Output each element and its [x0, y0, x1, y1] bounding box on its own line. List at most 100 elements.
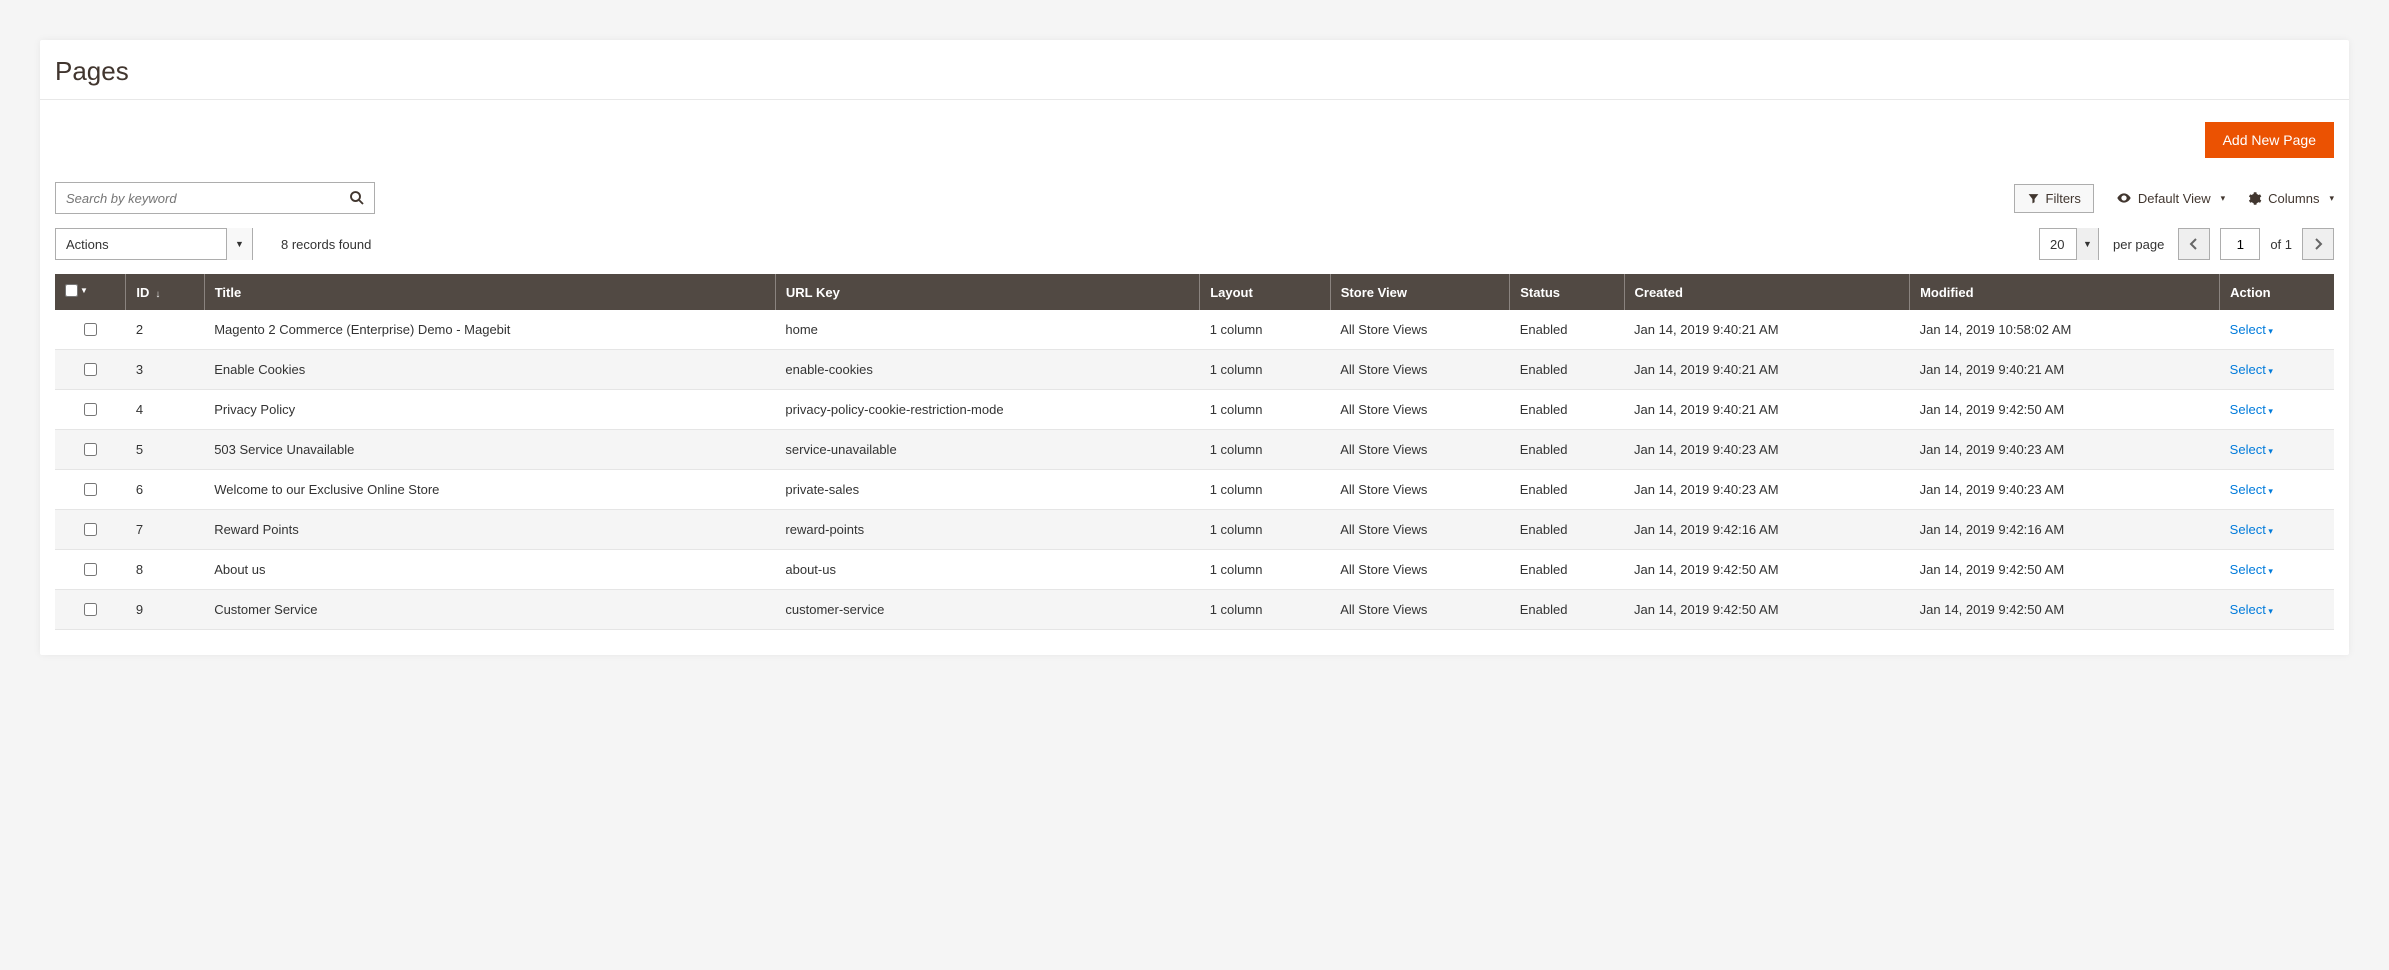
col-header-modified[interactable]: Modified — [1910, 274, 2220, 310]
eye-icon — [2116, 190, 2132, 206]
row-checkbox[interactable] — [84, 403, 97, 416]
row-checkbox[interactable] — [84, 483, 97, 496]
col-layout-label: Layout — [1210, 285, 1253, 300]
search-icon[interactable] — [348, 189, 366, 207]
cell-created: Jan 14, 2019 9:42:16 AM — [1624, 510, 1910, 550]
row-checkbox[interactable] — [84, 363, 97, 376]
cell-action: Select — [2220, 510, 2334, 550]
columns-label: Columns — [2268, 191, 2319, 206]
cell-created: Jan 14, 2019 9:42:50 AM — [1624, 550, 1910, 590]
cell-url-key: about-us — [775, 550, 1199, 590]
cell-title: About us — [204, 550, 775, 590]
cell-id: 4 — [126, 390, 204, 430]
cell-modified: Jan 14, 2019 9:42:50 AM — [1910, 590, 2220, 630]
cell-url-key: service-unavailable — [775, 430, 1199, 470]
col-title-label: Title — [215, 285, 242, 300]
row-select-link[interactable]: Select — [2230, 562, 2273, 577]
per-page-value: 20 — [2040, 237, 2076, 252]
col-header-id[interactable]: ID↓ — [126, 274, 204, 310]
col-header-layout[interactable]: Layout — [1200, 274, 1331, 310]
cell-modified: Jan 14, 2019 9:40:23 AM — [1910, 430, 2220, 470]
cell-status: Enabled — [1510, 550, 1624, 590]
col-header-title[interactable]: Title — [204, 274, 775, 310]
col-header-status[interactable]: Status — [1510, 274, 1624, 310]
row-checkbox[interactable] — [84, 443, 97, 456]
cell-action: Select — [2220, 470, 2334, 510]
table-row: 4Privacy Policyprivacy-policy-cookie-res… — [55, 390, 2334, 430]
cell-title: Welcome to our Exclusive Online Store — [204, 470, 775, 510]
header-row: ▼ ID↓ Title URL Key Layout Store View St… — [55, 274, 2334, 310]
cell-store-view: All Store Views — [1330, 430, 1510, 470]
table-row: 7Reward Pointsreward-points1 columnAll S… — [55, 510, 2334, 550]
row-checkbox[interactable] — [84, 523, 97, 536]
cell-layout: 1 column — [1200, 310, 1331, 350]
per-page-label: per page — [2113, 237, 2164, 252]
cell-url-key: privacy-policy-cookie-restriction-mode — [775, 390, 1199, 430]
cell-created: Jan 14, 2019 9:40:21 AM — [1624, 390, 1910, 430]
cell-status: Enabled — [1510, 470, 1624, 510]
cell-store-view: All Store Views — [1330, 390, 1510, 430]
records-found: 8 records found — [281, 237, 371, 252]
cell-created: Jan 14, 2019 9:42:50 AM — [1624, 590, 1910, 630]
row-checkbox[interactable] — [84, 323, 97, 336]
row-select-link[interactable]: Select — [2230, 362, 2273, 377]
table-row: 8About usabout-us1 columnAll Store Views… — [55, 550, 2334, 590]
header-bar: Add New Page — [55, 100, 2334, 182]
cell-status: Enabled — [1510, 430, 1624, 470]
search-input[interactable] — [64, 190, 348, 207]
cell-url-key: customer-service — [775, 590, 1199, 630]
cell-url-key: private-sales — [775, 470, 1199, 510]
row-select-link[interactable]: Select — [2230, 522, 2273, 537]
row-select-link[interactable]: Select — [2230, 402, 2273, 417]
col-header-created[interactable]: Created — [1624, 274, 1910, 310]
filters-button[interactable]: Filters — [2014, 184, 2094, 213]
row-checkbox-cell — [55, 590, 126, 630]
col-header-url-key[interactable]: URL Key — [775, 274, 1199, 310]
col-header-store-view[interactable]: Store View — [1330, 274, 1510, 310]
cell-id: 2 — [126, 310, 204, 350]
cell-action: Select — [2220, 310, 2334, 350]
row-checkbox-cell — [55, 470, 126, 510]
cell-url-key: reward-points — [775, 510, 1199, 550]
col-id-label: ID — [136, 285, 149, 300]
cell-id: 6 — [126, 470, 204, 510]
cell-title: 503 Service Unavailable — [204, 430, 775, 470]
row-checkbox[interactable] — [84, 603, 97, 616]
row-select-link[interactable]: Select — [2230, 442, 2273, 457]
right-group: 20 ▼ per page of 1 — [2039, 228, 2334, 260]
cell-layout: 1 column — [1200, 390, 1331, 430]
actions-select[interactable]: Actions ▼ — [55, 228, 253, 260]
cell-action: Select — [2220, 390, 2334, 430]
cell-created: Jan 14, 2019 9:40:23 AM — [1624, 430, 1910, 470]
per-page-select[interactable]: 20 ▼ — [2039, 228, 2099, 260]
select-all-checkbox[interactable] — [65, 284, 78, 297]
default-view-button[interactable]: Default View — [2116, 190, 2225, 206]
page-number-input[interactable] — [2220, 228, 2260, 260]
add-new-page-button[interactable]: Add New Page — [2205, 122, 2334, 158]
cell-store-view: All Store Views — [1330, 350, 1510, 390]
row-checkbox[interactable] — [84, 563, 97, 576]
cell-modified: Jan 14, 2019 9:42:16 AM — [1910, 510, 2220, 550]
columns-button[interactable]: Columns — [2247, 191, 2334, 206]
row-select-link[interactable]: Select — [2230, 482, 2273, 497]
cell-title: Customer Service — [204, 590, 775, 630]
cell-created: Jan 14, 2019 9:40:21 AM — [1624, 310, 1910, 350]
col-header-checkbox[interactable]: ▼ — [55, 274, 126, 310]
next-page-button[interactable] — [2302, 228, 2334, 260]
cell-id: 3 — [126, 350, 204, 390]
row-select-link[interactable]: Select — [2230, 602, 2273, 617]
page-card: Pages Add New Page Filters Default View — [40, 40, 2349, 655]
cell-action: Select — [2220, 430, 2334, 470]
chevron-down-icon: ▼ — [2076, 228, 2098, 260]
default-view-label: Default View — [2138, 191, 2211, 206]
prev-page-button[interactable] — [2178, 228, 2210, 260]
cell-layout: 1 column — [1200, 510, 1331, 550]
row-checkbox-cell — [55, 390, 126, 430]
row-checkbox-cell — [55, 510, 126, 550]
row-select-link[interactable]: Select — [2230, 322, 2273, 337]
table-row: 6Welcome to our Exclusive Online Storepr… — [55, 470, 2334, 510]
search-input-wrap[interactable] — [55, 182, 375, 214]
cell-modified: Jan 14, 2019 9:42:50 AM — [1910, 390, 2220, 430]
page-title: Pages — [55, 40, 2334, 99]
row-checkbox-cell — [55, 350, 126, 390]
